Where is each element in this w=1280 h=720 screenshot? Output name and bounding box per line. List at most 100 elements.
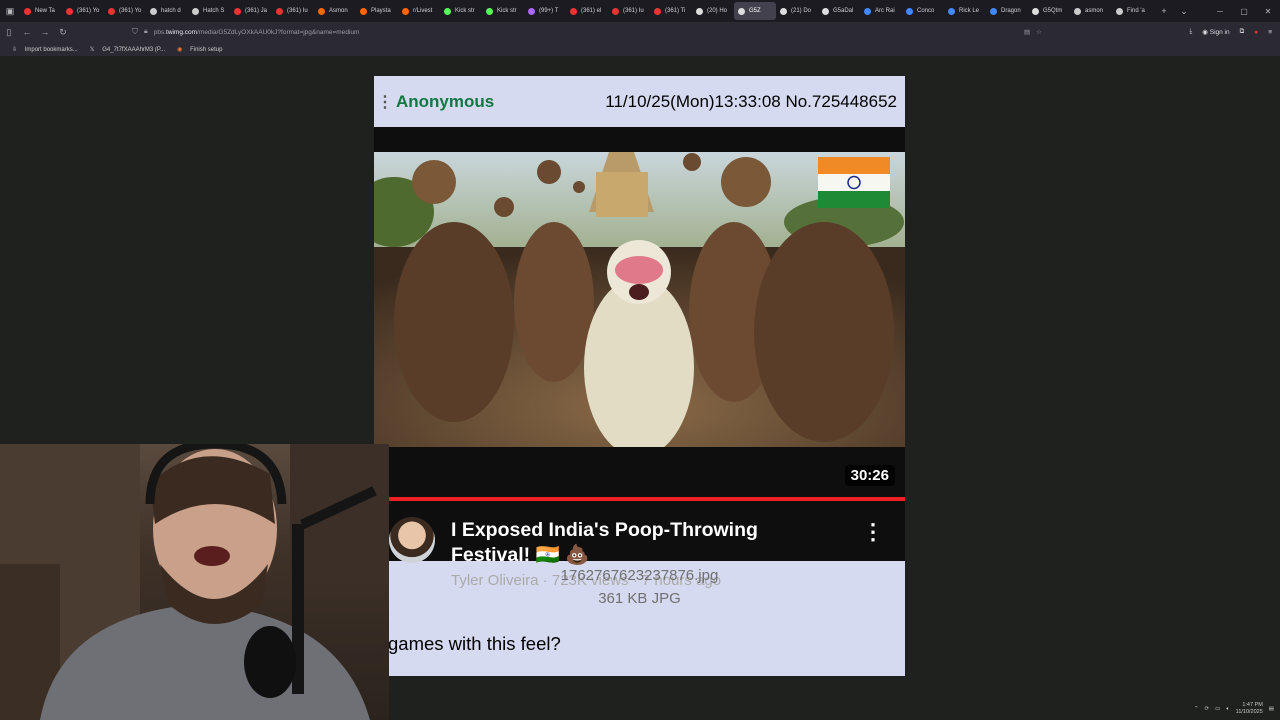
browser-tab[interactable]: (361) Ti [650,2,692,20]
video-duration: 30:26 [844,465,895,486]
browser-tab[interactable]: (361) Iu [608,2,650,20]
browser-tab[interactable]: G5Qtm [1028,2,1070,20]
browser-tab[interactable]: Rick Le [944,2,986,20]
tab-favicon-icon [108,7,115,15]
tab-label: Arc Rai [875,8,895,14]
back-icon[interactable]: ← [18,27,36,37]
tab-favicon-icon [738,7,745,15]
browser-tab[interactable]: (361) Ja [230,2,272,20]
tab-label: G5Z [749,8,761,14]
webcam-feed [0,444,389,720]
sidebar-toggle-icon[interactable]: ▯ [0,27,18,38]
lock-icon[interactable]: 🔒︎ [144,28,148,36]
browser-tab[interactable]: Find 'a [1112,2,1154,20]
bookmark-item[interactable]: 𝕏 G4_7t7fXAAAhrM3 (P... [84,46,165,53]
system-tray: ⌃ ⟳ ▭ 🔈︎ 1:47 PM 11/10/2025 ▤ [1160,698,1280,720]
extensions-icon[interactable]: ⧉ [1240,28,1245,36]
browser-tab[interactable]: (361) Yo [104,2,146,20]
notification-icon[interactable]: ▤ [1269,706,1274,712]
close-window-icon[interactable]: ✕ [1256,7,1280,16]
post-comment: games with this feel? [388,633,561,654]
post-menu-icon[interactable]: ⋮ [374,92,396,112]
tab-label: G5Qtm [1043,8,1063,14]
webcam-overlay [0,444,389,720]
url-host: twimg.com [166,28,198,36]
browser-tab[interactable]: Dragon [986,2,1028,20]
browser-tab[interactable]: (361) Iu [272,2,314,20]
tab-label: r/Livest [413,8,433,14]
tab-label: (361) Iu [623,8,644,14]
maximize-icon[interactable]: ▢ [1232,7,1256,16]
tab-favicon-icon [66,7,73,15]
account-icon: ◉ [1202,29,1208,36]
browser-tab[interactable]: Conco [902,2,944,20]
browser-tab[interactable]: (20) Ho [692,2,734,20]
browser-tab[interactable]: asmon [1070,2,1112,20]
browser-tab[interactable]: G5Z [734,2,776,20]
tab-favicon-icon [696,7,703,15]
tab-favicon-icon [948,7,955,15]
tab-label: (99+) T [539,8,559,14]
finish-setup-button[interactable]: ◉ Finish setup [171,46,222,53]
browser-tab[interactable]: Playsta [356,2,398,20]
browser-tab[interactable]: Kick str [482,2,524,20]
new-tab-icon[interactable]: + [1154,6,1174,16]
extension-red-icon[interactable]: ● [1254,29,1258,36]
browser-tab[interactable]: Kick str [440,2,482,20]
toolbar-right: ⤓ ◉ Sign in ⧉ ● ≡ [1189,28,1280,36]
tab-label: (361) Ti [665,8,686,14]
downloads-icon[interactable]: ⤓ [1189,28,1192,36]
browser-tab[interactable]: Arc Rai [860,2,902,20]
bookmark-import[interactable]: ⇩ Import bookmarks... [6,46,78,53]
tab-overview-icon[interactable]: ▣ [0,6,20,17]
browser-tab[interactable]: Hatch S [188,2,230,20]
bookmark-import-label: Import bookmarks... [24,46,78,53]
finish-setup-label: Finish setup [190,46,223,53]
post-image[interactable]: 30:26 I Exposed India's Poop-Throwing Fe… [374,127,905,589]
browser-tab[interactable]: Asmon [314,2,356,20]
sync-icon[interactable]: ⟳ [1205,706,1210,712]
volume-icon[interactable]: 🔈︎ [1226,706,1229,713]
clock-time: 1:47 PM [1242,702,1263,708]
tab-favicon-icon [570,7,577,15]
tab-favicon-icon [360,7,367,15]
tab-label: (361) Yo [77,8,100,14]
tray-chevron-icon[interactable]: ⌃ [1194,706,1199,712]
browser-tab[interactable]: (21) Do [776,2,818,20]
post-meta[interactable]: 11/10/25(Mon)13:33:08 No.725448652 [605,92,897,112]
tab-list-chevron-icon[interactable]: ⌄ [1174,6,1194,17]
browser-tab[interactable]: (361) el [566,2,608,20]
shield-icon[interactable]: ⛉ [132,27,138,37]
navigation-bar: ▯ ← → ↻ ⛉ 🔒︎ pbs.twimg.com/media/G5ZdLyO… [0,22,1280,42]
video-title-line2: Festival! 🇮🇳 💩 [451,544,590,566]
tab-label: G5aDal [833,8,854,14]
browser-tab[interactable]: r/Livest [398,2,440,20]
clock-date: 11/10/2025 [1235,709,1263,715]
taskbar-clock[interactable]: 1:47 PM 11/10/2025 [1236,702,1263,716]
menu-icon[interactable]: ≡ [1268,29,1272,36]
browser-tab[interactable]: hatch d [146,2,188,20]
tab-label: hatch d [161,8,181,14]
forward-icon[interactable]: → [36,27,54,37]
bookmark-star-icon[interactable]: ☆ [1036,28,1042,36]
reload-icon[interactable]: ↻ [54,27,72,38]
network-icon[interactable]: ▭ [1215,706,1220,712]
tab-label: (361) Iu [287,8,308,14]
account-button[interactable]: ◉ Sign in [1202,28,1229,36]
tab-favicon-icon [822,7,829,15]
browser-tab[interactable]: G5aDal [818,2,860,20]
reader-view-icon[interactable]: ▤ [1024,28,1030,36]
video-thumbnail-photo [374,152,905,447]
url-bar[interactable]: ⛉ 🔒︎ pbs.twimg.com/media/G5ZdLyOXkAAU0kJ… [132,25,1042,39]
browser-tab[interactable]: (361) Yo [62,2,104,20]
tab-favicon-icon [402,7,409,15]
poster-name: Anonymous [396,92,495,111]
browser-tab[interactable]: (99+) T [524,2,566,20]
tab-favicon-icon [906,7,913,15]
tab-favicon-icon [234,7,241,15]
file-name[interactable]: 1762767623237876.jpg [374,567,905,584]
tab-label: Conco [917,8,935,14]
tab-favicon-icon [990,7,997,15]
browser-tab[interactable]: New Ta [20,2,62,20]
minimize-icon[interactable]: ─ [1208,7,1232,16]
